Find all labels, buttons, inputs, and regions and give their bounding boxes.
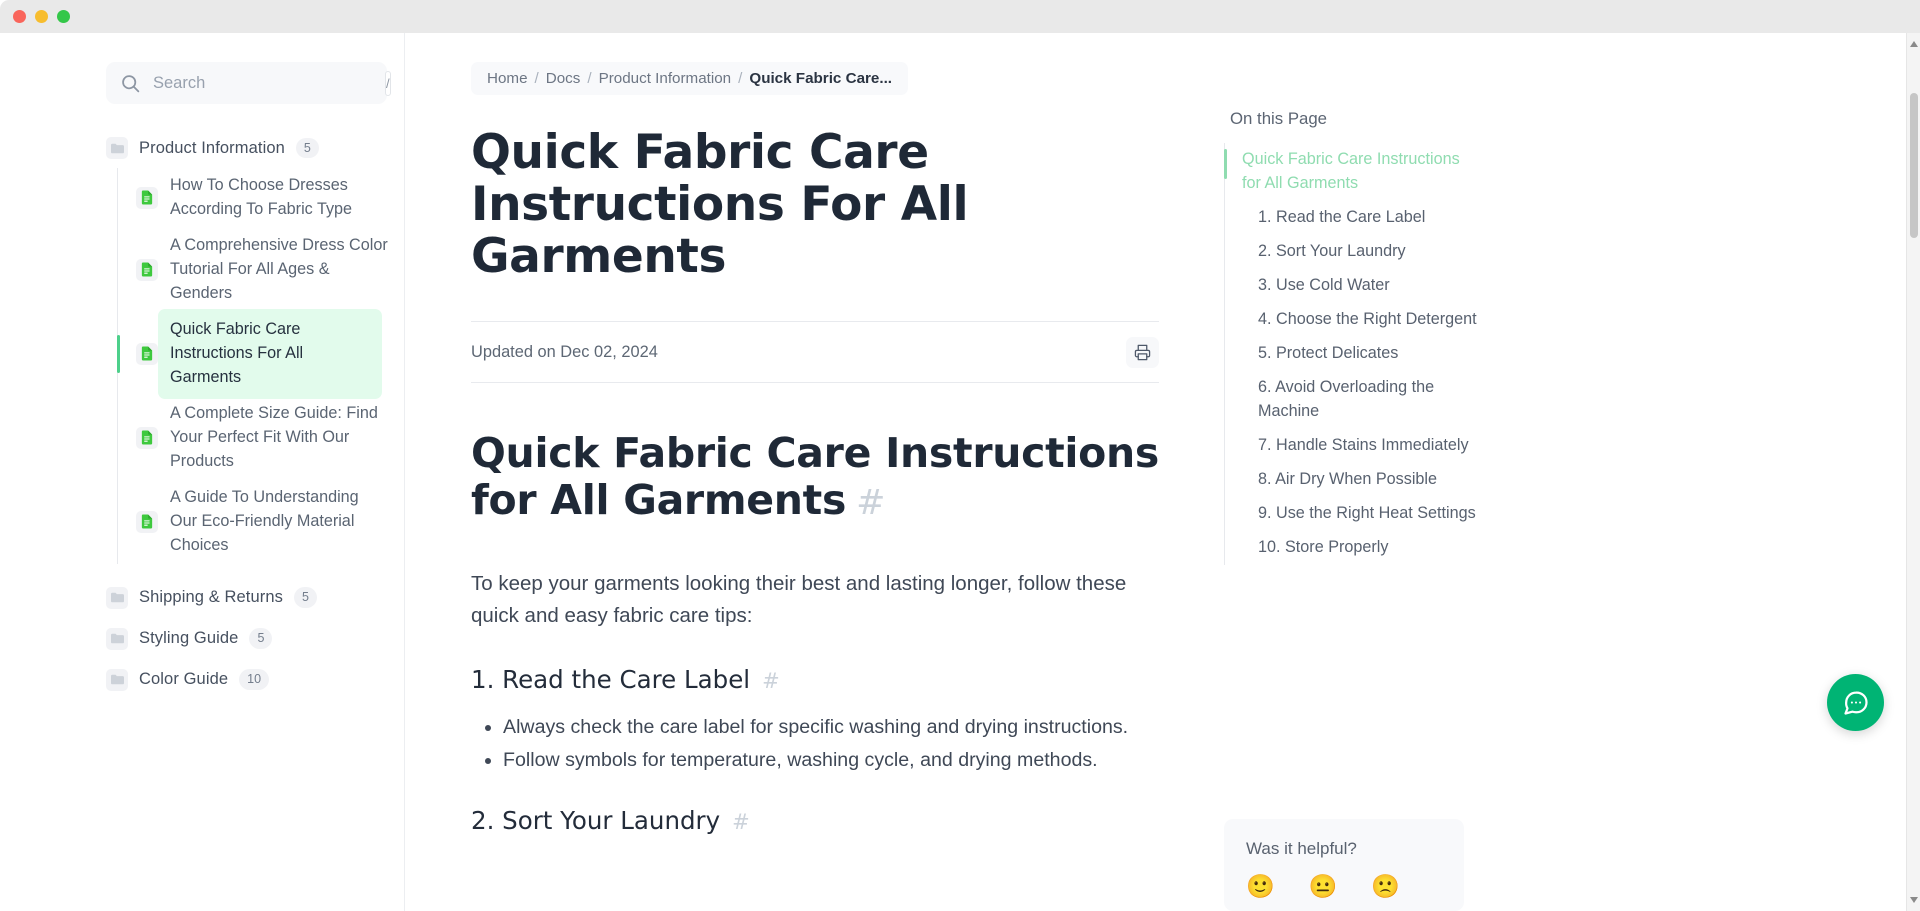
article-intro: To keep your garments looking their best… <box>471 572 1127 628</box>
folder-icon <box>106 137 128 159</box>
sidebar-folder-count: 5 <box>249 628 273 649</box>
sidebar-folder-label: Shipping & Returns <box>139 588 283 607</box>
toc-item-5[interactable]: 5. Protect Delicates <box>1225 337 1480 371</box>
sidebar-doc-how-to-choose-dresses[interactable]: How To Choose Dresses According To Fabri… <box>118 168 390 228</box>
sidebar-folder-color-guide[interactable]: Color Guide 10 <box>106 664 390 696</box>
toc-item-2[interactable]: 2. Sort Your Laundry <box>1225 235 1480 269</box>
left-sidebar: / Product Information 5 <box>0 33 405 911</box>
section-heading-2-text: 2. Sort Your Laundry <box>471 805 721 835</box>
feedback-emoji-happy[interactable]: 🙂 <box>1246 873 1275 900</box>
heading-anchor-link[interactable]: # <box>856 483 885 523</box>
breadcrumb-item-product-information[interactable]: Product Information <box>599 70 732 87</box>
toc-item-active[interactable]: Quick Fabric Care Instructions for All G… <box>1224 143 1480 201</box>
sidebar-doc-dress-color-tutorial[interactable]: A Comprehensive Dress Color Tutorial For… <box>118 228 390 312</box>
sidebar-doc-complete-size-guide[interactable]: A Complete Size Guide: Find Your Perfect… <box>118 396 390 480</box>
list-item: Follow symbols for temperature, washing … <box>503 745 1163 776</box>
print-icon[interactable] <box>1126 336 1159 368</box>
sidebar-folder-shipping-returns[interactable]: Shipping & Returns 5 <box>106 582 390 614</box>
document-icon <box>136 186 158 209</box>
window-titlebar <box>0 0 1920 33</box>
updated-date: Updated on Dec 02, 2024 <box>471 342 658 361</box>
folder-icon <box>106 586 128 609</box>
feedback-card: Was it helpful? 🙂 😐 🙁 <box>1224 819 1464 911</box>
page-body: / Product Information 5 <box>0 33 1920 911</box>
breadcrumb-item-home[interactable]: Home <box>487 70 528 87</box>
breadcrumb-current: Quick Fabric Care... <box>749 70 893 87</box>
scroll-up-arrow-icon[interactable] <box>1910 41 1918 47</box>
toc-item-7[interactable]: 7. Handle Stains Immediately <box>1225 429 1480 463</box>
sidebar-folder-children: How To Choose Dresses According To Fabri… <box>117 168 390 564</box>
feedback-title: Was it helpful? <box>1246 839 1357 858</box>
toc-list: Quick Fabric Care Instructions for All G… <box>1224 143 1480 565</box>
breadcrumb-item-docs[interactable]: Docs <box>546 70 581 87</box>
section-heading-1-text: 1. Read the Care Label <box>471 664 751 694</box>
feedback-emoji-row: 🙂 😐 🙁 <box>1246 873 1442 900</box>
toc-item-8[interactable]: 8. Air Dry When Possible <box>1225 463 1480 497</box>
breadcrumb: Home / Docs / Product Information / Quic… <box>471 62 909 95</box>
section-anchor-link[interactable]: # <box>732 810 750 834</box>
window-close-button[interactable] <box>13 10 26 23</box>
section-heading-2: 2. Sort Your Laundry # <box>471 806 1220 835</box>
search-icon <box>120 73 141 94</box>
section-heading-1: 1. Read the Care Label # <box>471 665 1220 694</box>
feedback-emoji-neutral[interactable]: 😐 <box>1309 873 1338 900</box>
sidebar-doc-label: A Comprehensive Dress Color Tutorial For… <box>170 235 388 302</box>
document-icon <box>136 258 158 281</box>
article-column: Home / Docs / Product Information / Quic… <box>405 33 1220 911</box>
list-item: Always check the care label for specific… <box>503 712 1163 743</box>
feedback-emoji-sad[interactable]: 🙁 <box>1371 873 1400 900</box>
document-icon <box>136 426 158 449</box>
breadcrumb-separator: / <box>587 70 592 87</box>
toc-item-4[interactable]: 4. Choose the Right Detergent <box>1225 303 1480 337</box>
window-minimize-button[interactable] <box>35 10 48 23</box>
vertical-scrollbar[interactable] <box>1906 33 1920 911</box>
window-maximize-button[interactable] <box>57 10 70 23</box>
article-meta-bar: Updated on Dec 02, 2024 <box>471 321 1159 384</box>
toc-item-3[interactable]: 3. Use Cold Water <box>1225 269 1480 303</box>
app-window: / Product Information 5 <box>0 0 1920 911</box>
folder-icon <box>106 668 128 691</box>
breadcrumb-separator: / <box>534 70 539 87</box>
section-anchor-link[interactable]: # <box>762 669 780 693</box>
sidebar-doc-label: A Complete Size Guide: Find Your Perfect… <box>170 403 378 470</box>
page-title: Quick Fabric Care Instructions For All G… <box>471 125 969 285</box>
sidebar-folder-label: Styling Guide <box>139 629 239 648</box>
article-heading-text: Quick Fabric Care Instructions for All G… <box>471 429 1160 525</box>
document-icon <box>136 342 158 365</box>
document-icon <box>136 510 158 533</box>
search-input[interactable] <box>153 73 373 93</box>
sidebar-nav: Product Information 5 How To Choose Dres… <box>0 132 404 696</box>
on-this-page-panel: On this Page Quick Fabric Care Instructi… <box>1220 33 1480 911</box>
sidebar-folder-label: Color Guide <box>139 670 229 689</box>
toc-item-9[interactable]: 9. Use the Right Heat Settings <box>1225 497 1480 531</box>
sidebar-doc-quick-fabric-care[interactable]: Quick Fabric Care Instructions For All G… <box>118 308 390 399</box>
sidebar-folder-count: 5 <box>293 587 317 608</box>
folder-icon <box>106 627 128 650</box>
toc-item-6[interactable]: 6. Avoid Overloading the Machine <box>1225 371 1480 429</box>
toc-item-10[interactable]: 10. Store Properly <box>1225 531 1480 565</box>
breadcrumb-separator: / <box>738 70 743 87</box>
sidebar-folder-product-information[interactable]: Product Information 5 <box>106 132 390 164</box>
sidebar-folder-label: Product Information <box>139 138 285 157</box>
search-box[interactable]: / <box>106 62 391 104</box>
sidebar-folder-count: 5 <box>295 137 319 159</box>
sidebar-doc-label-active: Quick Fabric Care Instructions For All G… <box>158 308 382 399</box>
sidebar-folder-count: 10 <box>239 669 270 690</box>
article-heading: Quick Fabric Care Instructions for All G… <box>471 430 1161 524</box>
chat-bubble-icon[interactable] <box>1827 674 1884 731</box>
sidebar-folder-styling-guide[interactable]: Styling Guide 5 <box>106 623 390 655</box>
toc-heading: On this Page <box>1230 109 1328 128</box>
main-content: Home / Docs / Product Information / Quic… <box>405 33 1920 911</box>
sidebar-doc-label: A Guide To Understanding Our Eco-Friendl… <box>170 487 359 554</box>
scroll-down-arrow-icon[interactable] <box>1910 897 1918 903</box>
toc-item-1[interactable]: 1. Read the Care Label <box>1225 201 1480 235</box>
search-shortcut-key: / <box>385 70 391 96</box>
section-1-bullets: Always check the care label for specific… <box>503 712 1220 776</box>
sidebar-doc-eco-friendly-materials[interactable]: A Guide To Understanding Our Eco-Friendl… <box>118 480 390 564</box>
sidebar-doc-label: How To Choose Dresses According To Fabri… <box>170 176 353 218</box>
scrollbar-thumb[interactable] <box>1910 93 1918 238</box>
